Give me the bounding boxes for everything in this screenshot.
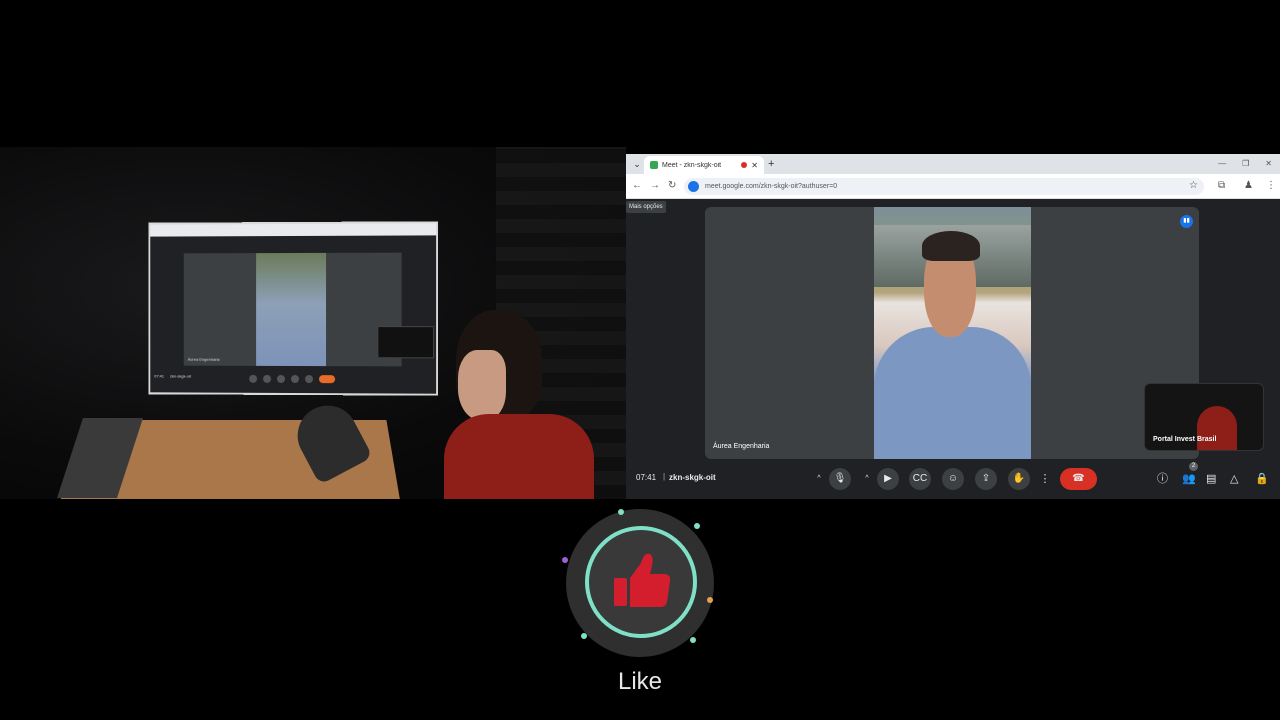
participant-shirt [874,327,1031,459]
present-screen-icon[interactable]: ⇪ [975,468,997,490]
info-icon[interactable]: ⓘ [1157,473,1168,485]
sparkle-dot [694,523,700,529]
new-tab-button[interactable]: + [768,157,774,171]
presenter-face [458,350,506,420]
close-window-icon[interactable]: ✕ [1265,157,1272,171]
meet-favicon-icon [650,161,658,169]
self-view-tile[interactable]: Portal Invest Brasil [1144,383,1264,451]
monitor-controls [150,374,436,387]
emoji-icon[interactable]: ☺ [942,468,964,490]
reload-icon[interactable]: ↻ [668,180,676,192]
participant-hair [922,231,980,261]
address-url: meet.google.com/zkn-skgk-oit?authuser=0 [705,183,838,190]
address-bar[interactable]: meet.google.com/zkn-skgk-oit?authuser=0 … [684,178,1204,195]
people-icon[interactable]: 👥 [1182,473,1196,485]
arrow-left-icon[interactable]: ← [632,180,642,192]
lock-icon[interactable]: 🔒 [1255,473,1269,485]
video-options-chevron-icon[interactable]: ^ [860,468,874,490]
presenter-sweater [444,414,594,499]
monitor-browser-bar [150,223,437,237]
speaking-indicator-icon: ▮▮ [1180,215,1193,228]
chevron-down-icon[interactable]: ⌄ [630,157,644,171]
self-view-person [1197,406,1237,450]
thumbs-up-icon [614,553,671,607]
activities-icon[interactable]: △ [1230,473,1238,485]
participant-name-tag: Áurea Engenharia [713,443,770,450]
minimize-icon[interactable]: — [1218,157,1226,171]
sparkle-dot [562,557,568,563]
hand-icon[interactable]: ✋ [1008,468,1030,490]
more-options-icon[interactable]: ⋮ [1038,468,1052,490]
more-vertical-icon[interactable]: ⋮ [1266,180,1276,192]
tab-title: Meet - zkn-skgk-oit [662,161,722,169]
recording-icon [741,162,748,168]
browser-tabstrip: ⌄ Meet - zkn-skgk-oit ✕ + — ❐ ✕ [626,154,1280,174]
self-view-name: Portal Invest Brasil [1153,436,1217,443]
meet-controls-bar: 07:41 | zkn-skgk-oit ^ 🎙 ^ ▶ CC ☺ ⇪ ✋ ⋮ … [626,463,1280,493]
phone-hangup-icon[interactable]: ☎ [1060,468,1097,490]
profile-icon[interactable]: ♟ [1244,180,1253,192]
separator: | [663,472,666,481]
monitor-self-view [377,326,435,359]
participants-count-badge: 2 [1189,462,1198,471]
like-ring [585,526,697,638]
like-button[interactable] [562,509,714,657]
more-options-label[interactable]: Mais opções [626,201,666,213]
monitor-name-label: Áurea Engenharia [187,356,220,362]
like-label: Like [617,668,663,695]
sparkle-dot [618,509,624,515]
window-controls: — ❐ ✕ [1218,157,1272,171]
audio-options-chevron-icon[interactable]: ^ [812,468,826,490]
studio-monitor: Áurea Engenharia 07:41 zkn-skgk-oit [148,221,439,396]
meeting-clock: 07:41 [636,473,657,482]
presenter [440,310,600,499]
browser-tab-meet[interactable]: Meet - zkn-skgk-oit ✕ [644,156,764,174]
close-icon[interactable]: ✕ [751,161,758,170]
chat-icon[interactable]: ▤ [1206,473,1216,485]
star-icon[interactable]: ☆ [1189,180,1198,191]
sparkle-dot [690,637,696,643]
arrow-right-icon[interactable]: → [650,180,660,192]
restore-icon[interactable]: ❐ [1242,157,1249,171]
meet-screen-capture: ⌄ Meet - zkn-skgk-oit ✕ + — ❐ ✕ ← → ↻ me… [626,154,1280,499]
browser-toolbar: ← → ↻ meet.google.com/zkn-skgk-oit?authu… [626,174,1280,199]
site-info-icon[interactable] [688,181,699,192]
sparkle-dot [581,633,587,639]
monitor-participant-video [256,252,327,367]
sparkle-dot [707,597,713,603]
studio-camera-view: Áurea Engenharia 07:41 zkn-skgk-oit [0,147,626,499]
extensions-icon[interactable]: ⧉ [1218,180,1225,192]
meeting-code: zkn-skgk-oit [669,473,716,482]
captions-icon[interactable]: CC [909,468,931,490]
participant-video [874,207,1031,459]
video-camera-icon[interactable]: ▶ [877,468,899,490]
microphone-icon[interactable]: 🎙 [829,468,851,490]
